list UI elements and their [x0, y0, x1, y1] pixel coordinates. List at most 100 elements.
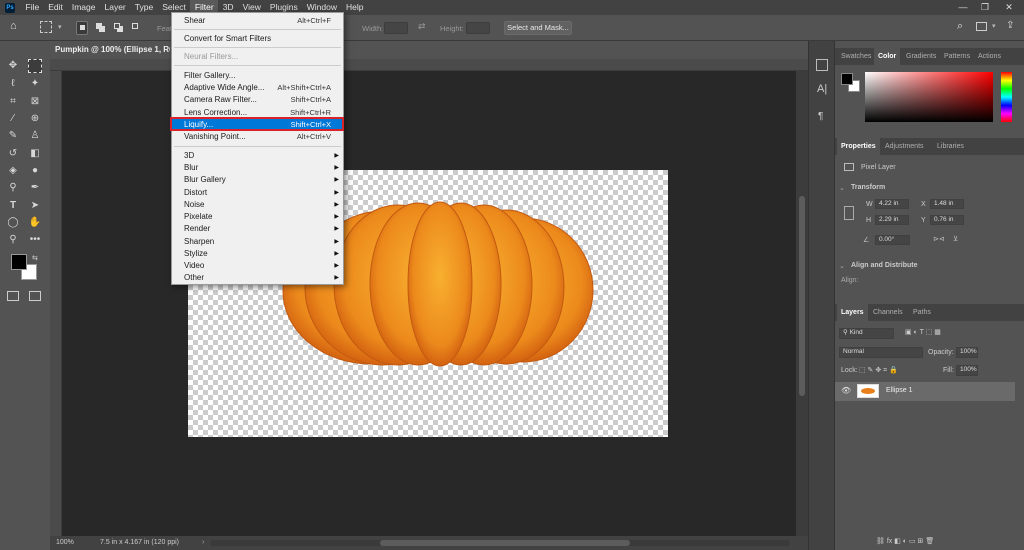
menu-item-distort[interactable]: Distort ▶: [172, 187, 343, 199]
menu-item-3d[interactable]: 3D ▶: [172, 150, 343, 162]
tab-properties[interactable]: Properties: [837, 138, 880, 155]
more-tools-icon[interactable]: •••: [28, 233, 42, 247]
paint-bucket-tool-icon[interactable]: ◈: [6, 164, 20, 178]
menu-type[interactable]: Type: [130, 0, 157, 15]
swap-colors-icon[interactable]: ⇆: [32, 254, 38, 262]
x-field[interactable]: 1.48 in: [930, 199, 964, 209]
magic-wand-tool-icon[interactable]: ✦: [28, 77, 42, 91]
visibility-eye-icon[interactable]: 👁: [841, 386, 851, 395]
foreground-color-swatch[interactable]: [841, 73, 853, 85]
tab-actions[interactable]: Actions: [974, 48, 1005, 65]
menu-item-blur[interactable]: Blur ▶: [172, 162, 343, 174]
menu-item-video[interactable]: Video ▶: [172, 260, 343, 272]
document-tab[interactable]: Pumpkin @ 100% (Ellipse 1, RGB/8): [50, 41, 170, 59]
menu-item-other[interactable]: Other ▶: [172, 272, 343, 284]
ellipse-tool-icon[interactable]: ◯: [6, 216, 20, 230]
zoom-level[interactable]: 100%: [56, 536, 74, 550]
share-icon[interactable]: ⇪: [1006, 20, 1014, 31]
move-tool-icon[interactable]: ✥: [6, 59, 20, 73]
restore-icon[interactable]: ❐: [974, 0, 996, 15]
tab-paths[interactable]: Paths: [909, 304, 935, 321]
hue-slider[interactable]: [1001, 72, 1012, 122]
y-field[interactable]: 0.76 in: [930, 215, 964, 225]
history-icon[interactable]: [816, 59, 828, 71]
color-field[interactable]: [865, 72, 993, 122]
history-brush-tool-icon[interactable]: ↺: [6, 147, 20, 161]
tab-patterns[interactable]: Patterns: [940, 48, 974, 65]
menu-file[interactable]: File: [21, 0, 44, 15]
layer-filter-icons[interactable]: ▣ ◐ T ⬚ ▦: [905, 328, 941, 336]
workspace-icon[interactable]: [976, 22, 987, 31]
document-dimensions[interactable]: 7.5 in x 4.167 in (120 ppi): [100, 536, 179, 550]
lock-icons[interactable]: ⬚ ✎ ✥ ⌗ 🔒: [859, 366, 898, 375]
intersect-selection-button[interactable]: [130, 21, 142, 35]
menu-item-filter-gallery[interactable]: Filter Gallery...: [172, 70, 343, 82]
menu-item-noise[interactable]: Noise ▶: [172, 199, 343, 211]
marquee-preset-icon[interactable]: [40, 21, 52, 33]
add-selection-button[interactable]: [94, 21, 106, 35]
tab-libraries[interactable]: Libraries: [933, 138, 968, 155]
menu-layer[interactable]: Layer: [100, 0, 130, 15]
menu-item-convert-smart-filters[interactable]: Convert for Smart Filters: [172, 33, 343, 45]
layer-filter-kind[interactable]: ⚲ Kind: [839, 328, 894, 339]
eyedropper-tool-icon[interactable]: ⁄: [6, 112, 20, 126]
paragraph-icon[interactable]: ¶: [818, 111, 823, 122]
menu-item-blur-gallery[interactable]: Blur Gallery ▶: [172, 174, 343, 186]
menu-item-pixelate[interactable]: Pixelate ▶: [172, 211, 343, 223]
crop-tool-icon[interactable]: ⌗: [6, 95, 20, 109]
scrollbar-thumb[interactable]: [380, 540, 630, 546]
type-tool-icon[interactable]: T: [6, 199, 20, 213]
chevron-down-icon[interactable]: ▾: [992, 22, 996, 30]
menu-item-render[interactable]: Render ▶: [172, 223, 343, 235]
tab-layers[interactable]: Layers: [837, 304, 868, 321]
chevron-right-icon[interactable]: ›: [202, 536, 204, 550]
layer-name[interactable]: Ellipse 1: [886, 387, 912, 394]
foreground-color-swatch[interactable]: [11, 254, 27, 270]
rectangular-marquee-tool-icon[interactable]: [28, 59, 42, 73]
character-icon[interactable]: A|: [817, 83, 827, 95]
clone-stamp-tool-icon[interactable]: ♙: [28, 129, 42, 143]
select-and-mask-button[interactable]: Select and Mask...: [504, 21, 572, 35]
width-field[interactable]: [384, 22, 408, 34]
height-field[interactable]: [466, 22, 490, 34]
lasso-tool-icon[interactable]: ℓ: [6, 77, 20, 91]
width-field[interactable]: 4.22 in: [875, 199, 909, 209]
menu-item-camera-raw[interactable]: Camera Raw Filter... Shift+Ctrl+A: [172, 94, 343, 106]
menu-item-stylize[interactable]: Stylize ▶: [172, 248, 343, 260]
vertical-scrollbar[interactable]: [796, 71, 808, 536]
scrollbar-thumb[interactable]: [799, 196, 805, 396]
quick-mask-icon[interactable]: [7, 291, 19, 301]
tab-color[interactable]: Color: [874, 48, 901, 65]
horizontal-scrollbar[interactable]: [210, 540, 790, 546]
home-icon[interactable]: ⌂: [10, 20, 17, 32]
path-selection-tool-icon[interactable]: ➤: [28, 199, 42, 213]
hand-tool-icon[interactable]: ✋: [28, 216, 42, 230]
subtract-selection-button[interactable]: [112, 21, 124, 35]
chevron-down-icon[interactable]: ⌄: [839, 262, 845, 270]
blend-mode-select[interactable]: Normal: [839, 347, 923, 358]
swap-icon[interactable]: ⇄: [418, 21, 426, 32]
layers-footer-icons[interactable]: ⛓ fx ◧ ◐ ▭ ⊞ 🗑: [876, 537, 934, 545]
zoom-tool-icon[interactable]: ⚲: [6, 233, 20, 247]
fill-field[interactable]: 100%: [956, 365, 978, 376]
close-icon[interactable]: ✕: [998, 0, 1020, 15]
opacity-field[interactable]: 100%: [956, 347, 978, 358]
menu-item-vanishing-point[interactable]: Vanishing Point... Alt+Ctrl+V: [172, 131, 343, 143]
screen-mode-icon[interactable]: [29, 291, 41, 301]
menu-item-adaptive-wide-angle[interactable]: Adaptive Wide Angle... Alt+Shift+Ctrl+A: [172, 82, 343, 94]
frame-tool-icon[interactable]: ⊠: [28, 95, 42, 109]
layer-row[interactable]: 👁 Ellipse 1: [835, 382, 1015, 401]
flip-horizontal-icon[interactable]: ⊳⊲: [933, 235, 945, 243]
minimize-icon[interactable]: —: [952, 0, 974, 15]
dodge-tool-icon[interactable]: ⚲: [6, 181, 20, 195]
chevron-down-icon[interactable]: ⌄: [839, 184, 845, 192]
chevron-down-icon[interactable]: ▾: [58, 23, 62, 31]
menu-item-sharpen[interactable]: Sharpen ▶: [172, 236, 343, 248]
brush-tool-icon[interactable]: ✎: [6, 129, 20, 143]
pen-tool-icon[interactable]: ✒: [28, 181, 42, 195]
tab-gradients[interactable]: Gradients: [902, 48, 940, 65]
menu-image[interactable]: Image: [67, 0, 100, 15]
link-icon[interactable]: [844, 206, 854, 220]
search-icon[interactable]: ⌕: [957, 20, 963, 33]
menu-edit[interactable]: Edit: [44, 0, 68, 15]
